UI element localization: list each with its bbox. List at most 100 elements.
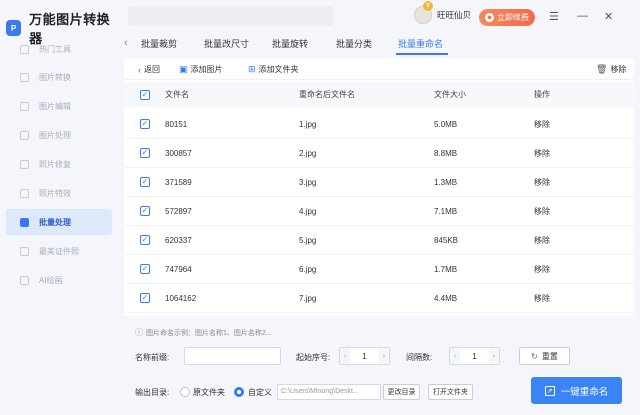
- table-header: ✓ 文件名 重命名后文件名 文件大小 操作: [124, 82, 634, 107]
- add-folder-button[interactable]: ⊞ 添加文件夹: [248, 64, 299, 75]
- tab-batch-classify[interactable]: 批量分类: [336, 37, 372, 50]
- sidebar-item-photo-repair[interactable]: 照片修复: [6, 152, 112, 178]
- radio-custom-folder-label: 自定义: [248, 388, 272, 397]
- sidebar-item-id-photo[interactable]: 最美证件照: [6, 238, 112, 264]
- table-row: ✓ 620337 5.jpg 845KB 移除: [124, 226, 634, 255]
- add-image-button[interactable]: ▣ 添加图片: [179, 64, 223, 75]
- rename-hint-text: 图片命名示例：图片名称1、图片名称2...: [146, 329, 272, 337]
- table-row: ✓ 300857 2.jpg 8.8MB 移除: [124, 139, 634, 168]
- repair-icon: [20, 160, 29, 170]
- prefix-label: 名称前缀:: [135, 353, 170, 362]
- row-filesize: 7.1MB: [434, 207, 458, 216]
- sidebar-item-label: 最美证件照: [39, 246, 79, 256]
- row-checkbox[interactable]: ✓: [140, 293, 150, 303]
- row-filename: 747964: [165, 265, 192, 274]
- user-profile[interactable]: V 旺旺仙贝: [414, 1, 472, 24]
- sidebar-item-image-edit[interactable]: 图片编辑: [6, 94, 112, 120]
- table-row: ✓ 371589 3.jpg 1.3MB 移除: [124, 168, 634, 197]
- row-new-filename: 2.jpg: [299, 149, 317, 158]
- row-filesize: 1.7MB: [434, 265, 458, 274]
- radio-original-folder[interactable]: [180, 387, 190, 397]
- tab-batch-resize[interactable]: 批量改尺寸: [204, 37, 249, 50]
- start-number-stepper[interactable]: ‹ 1 ›: [339, 347, 390, 365]
- avatar[interactable]: V: [414, 1, 433, 24]
- tab-batch-rotate[interactable]: 批量旋转: [272, 37, 308, 50]
- row-remove-link[interactable]: 移除: [534, 207, 550, 217]
- minimize-icon[interactable]: —: [577, 10, 588, 22]
- row-checkbox[interactable]: ✓: [140, 177, 150, 187]
- row-remove-link[interactable]: 移除: [534, 120, 550, 130]
- sidebar-item-hot-tools[interactable]: 热门工具: [6, 36, 112, 62]
- search-bar[interactable]: [128, 6, 334, 26]
- start-number-label: 起始序号:: [296, 353, 331, 362]
- table-row: ✓ 80151 1.jpg 5.0MB 移除: [124, 110, 634, 139]
- edit-icon: [20, 102, 29, 112]
- output-dir-label: 输出目录:: [135, 388, 170, 397]
- row-filesize: 8.8MB: [434, 149, 458, 158]
- ai-icon: [20, 275, 29, 285]
- row-checkbox[interactable]: ✓: [140, 206, 150, 216]
- row-checkbox[interactable]: ✓: [140, 264, 150, 274]
- increment-icon[interactable]: ›: [379, 348, 389, 364]
- row-checkbox[interactable]: ✓: [140, 235, 150, 245]
- remove-all-button[interactable]: 🗑 移除: [596, 64, 626, 75]
- renew-label: 立即续费: [497, 13, 529, 22]
- row-filesize: 1.3MB: [434, 178, 458, 187]
- row-checkbox[interactable]: ✓: [140, 119, 150, 129]
- reset-button[interactable]: ↻ 重置: [519, 347, 570, 365]
- back-button[interactable]: ‹ 返回: [138, 64, 160, 75]
- header-filename: 文件名: [165, 90, 189, 99]
- output-path-field[interactable]: C:\Users\Mloong\Deskt...: [277, 384, 381, 400]
- sidebar-item-photo-effects[interactable]: 照片特效: [6, 180, 112, 206]
- row-remove-link[interactable]: 移除: [534, 178, 550, 188]
- row-filename: 80151: [165, 120, 188, 129]
- process-icon: [20, 131, 29, 141]
- row-filesize: 845KB: [434, 236, 459, 245]
- row-remove-link[interactable]: 移除: [534, 236, 550, 246]
- row-remove-link[interactable]: 移除: [534, 265, 550, 275]
- app-logo-icon: P: [6, 20, 22, 36]
- convert-icon: [20, 73, 29, 83]
- close-icon[interactable]: ✕: [604, 10, 613, 23]
- batch-rename-button[interactable]: ↗ 一键重命名: [531, 377, 622, 404]
- row-new-filename: 5.jpg: [299, 236, 317, 245]
- effects-icon: [20, 188, 29, 198]
- decrement-icon[interactable]: ‹: [450, 348, 460, 364]
- active-tab-indicator: [396, 53, 448, 55]
- prefix-input[interactable]: [184, 347, 281, 365]
- open-folder-button[interactable]: 打开文件夹: [428, 384, 473, 400]
- table-row: ✓ 572897 4.jpg 7.1MB 移除: [124, 197, 634, 226]
- row-remove-link[interactable]: 移除: [534, 294, 550, 304]
- batch-icon: [20, 217, 29, 227]
- sidebar-item-label: AI绘画: [39, 275, 63, 285]
- sidebar-item-ai-painting[interactable]: AI绘画: [6, 267, 112, 293]
- increment-icon[interactable]: ›: [489, 348, 499, 364]
- table-row: ✓ 747964 6.jpg 1.7MB 移除: [124, 255, 634, 284]
- sidebar-item-label: 热门工具: [39, 44, 71, 54]
- start-number-value[interactable]: 1: [350, 352, 379, 361]
- sidebar-item-image-process[interactable]: 图片处理: [6, 123, 112, 149]
- tab-batch-crop[interactable]: 批量裁剪: [141, 37, 177, 50]
- sidebar-item-image-convert[interactable]: 图片转换: [6, 65, 112, 91]
- sidebar-item-label: 照片特效: [39, 188, 71, 198]
- sidebar: P 万能图片转换器 热门工具 图片转换 图片编辑 图片处理 照片修复 照片特效 …: [0, 0, 118, 415]
- sidebar-item-batch-process[interactable]: 批量处理: [6, 209, 112, 236]
- username: 旺旺仙贝: [437, 10, 472, 20]
- header-new-filename: 重命名后文件名: [299, 90, 355, 99]
- radio-custom-folder[interactable]: [234, 387, 244, 397]
- remove-label: 移除: [610, 65, 627, 74]
- renew-button[interactable]: ◆ 立即续费: [479, 9, 535, 26]
- row-remove-link[interactable]: 移除: [534, 149, 550, 159]
- menu-icon[interactable]: ☰: [549, 10, 559, 23]
- decrement-icon[interactable]: ‹: [340, 348, 350, 364]
- change-dir-button[interactable]: 更改目录: [383, 384, 420, 400]
- header-filesize: 文件大小: [434, 90, 466, 99]
- row-checkbox[interactable]: ✓: [140, 148, 150, 158]
- tab-batch-rename[interactable]: 批量重命名: [398, 37, 443, 50]
- select-all-checkbox[interactable]: ✓: [140, 90, 150, 100]
- row-filesize: 4.4MB: [434, 294, 458, 303]
- interval-value[interactable]: 1: [460, 352, 489, 361]
- add-folder-label: 添加文件夹: [258, 65, 299, 74]
- interval-stepper[interactable]: ‹ 1 ›: [449, 347, 500, 365]
- tabs-scroll-left-icon[interactable]: ‹: [124, 37, 128, 49]
